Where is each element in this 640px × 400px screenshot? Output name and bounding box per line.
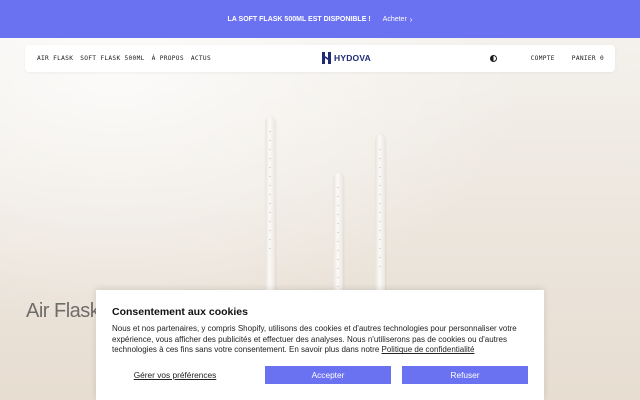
cookie-actions: Gérer vos préférences Accepter Refuser bbox=[112, 366, 528, 384]
announcement-bar: LA SOFT FLASK 500ML EST DISPONIBLE ! Ach… bbox=[0, 0, 640, 38]
hydova-logo-icon bbox=[322, 52, 331, 64]
contrast-icon[interactable] bbox=[489, 55, 497, 62]
account-link[interactable]: COMPTE bbox=[531, 55, 555, 62]
nav-link-about[interactable]: À PROPOS bbox=[152, 55, 184, 62]
privacy-policy-link[interactable]: Politique de confidentialité bbox=[381, 345, 474, 354]
announcement-link-label: Acheter bbox=[382, 15, 407, 23]
brand-logo[interactable]: HYDOVA bbox=[322, 52, 371, 64]
cookie-consent-banner: Consentement aux cookies Nous et nos par… bbox=[96, 290, 544, 400]
nav-links: AIR FLASK SOFT FLASK 500ML À PROPOS ACTU… bbox=[37, 55, 211, 62]
announcement-shop-link[interactable]: Acheter › bbox=[383, 15, 413, 24]
accept-button[interactable]: Accepter bbox=[265, 366, 391, 384]
nav-link-news[interactable]: ACTUS bbox=[191, 55, 211, 62]
nav-link-air-flask[interactable]: AIR FLASK bbox=[37, 55, 73, 62]
announcement-text: LA SOFT FLASK 500ML EST DISPONIBLE ! bbox=[227, 15, 371, 23]
main-navigation: AIR FLASK SOFT FLASK 500ML À PROPOS ACTU… bbox=[25, 45, 615, 72]
cookie-description: Nous et nos partenaires, y compris Shopi… bbox=[112, 324, 528, 356]
refuse-button[interactable]: Refuser bbox=[402, 366, 528, 384]
hero-title: Air Flask bbox=[26, 300, 100, 322]
cart-link[interactable]: PANIER 0 bbox=[572, 55, 604, 62]
cookie-title: Consentement aux cookies bbox=[112, 306, 248, 318]
manage-preferences-link[interactable]: Gérer vos préférences bbox=[112, 370, 238, 380]
nav-link-soft-flask[interactable]: SOFT FLASK 500ML bbox=[80, 55, 144, 62]
chevron-right-icon: › bbox=[409, 14, 413, 24]
nav-actions: COMPTE PANIER 0 bbox=[489, 55, 604, 62]
logo-text: HYDOVA bbox=[334, 53, 371, 63]
